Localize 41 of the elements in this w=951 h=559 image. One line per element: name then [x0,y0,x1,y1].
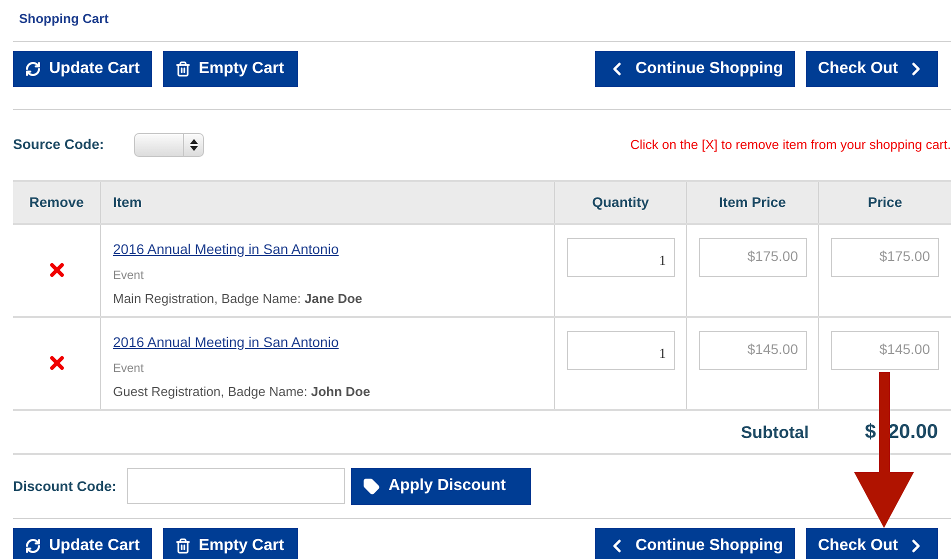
item-detail: Guest Registration, Badge Name: John Doe [113,382,370,401]
refresh-icon [25,60,41,76]
page-title: Shopping Cart [18,10,109,28]
continue-button[interactable]: Continue Shopping [595,50,795,86]
column-header: Price [868,192,902,212]
item-price-field: $175.00 [699,238,807,276]
item-type: Event [113,266,144,284]
subtotal-label: Subtotal [740,422,809,444]
item-price-field: $145.00 [699,330,807,370]
subtotal-value-start: $ [864,420,876,444]
checkout-button[interactable]: Check Out [806,528,938,559]
discount-code-field[interactable] [127,468,346,504]
item-link[interactable]: 2016 Annual Meeting in San Antonio [113,238,339,260]
empty-button[interactable]: Empty Cart [162,50,298,86]
checkout-button[interactable]: Check Out [806,50,938,86]
continue-button[interactable]: Continue Shopping [595,528,795,559]
subtotal-value-end: 20.00 [888,420,938,444]
quantity-field[interactable]: 1 [567,238,675,276]
remove-hint: Click on the [X] to remove item from your shopping cart. [630,136,951,154]
source-code-select[interactable] [134,132,204,156]
discount-code-label: Discount Code: [13,476,116,496]
item-type: Event [113,360,144,376]
price-field: $145.00 [831,330,939,370]
trash-icon [174,538,191,554]
apply-discount-button[interactable]: Apply Discount [351,468,532,504]
source-code-label: Source Code: [13,135,104,154]
refresh-icon [25,538,41,554]
update-button[interactable]: Update Cart [13,50,152,86]
trash-icon [174,60,191,76]
item-link[interactable]: 2016 Annual Meeting in San Antonio [113,332,339,352]
column-header: Item Price [719,192,786,212]
column-header: Quantity [592,192,649,212]
quantity-field[interactable]: 1 [567,330,675,370]
price-field: $175.00 [831,238,939,276]
empty-button[interactable]: Empty Cart [162,528,298,559]
column-header: Remove [29,192,84,212]
item-detail: Main Registration, Badge Name: Jane Doe [113,290,362,308]
stepper-icon [190,138,198,150]
column-header: Item [113,192,142,212]
tag-icon [363,478,380,494]
update-button[interactable]: Update Cart [13,528,152,559]
